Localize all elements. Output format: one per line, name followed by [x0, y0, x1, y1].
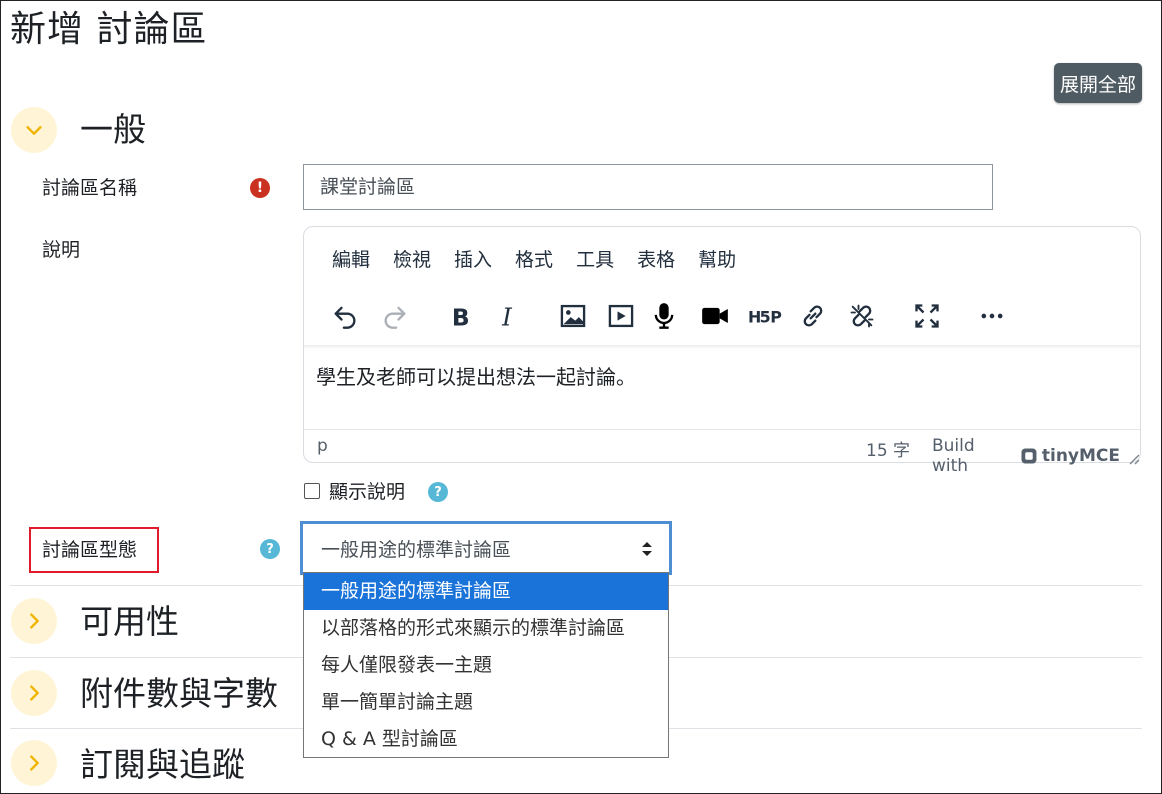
forum-type-help-icon[interactable]: ?: [260, 539, 280, 559]
svg-text:P: P: [770, 307, 782, 326]
dropdown-option-single-post[interactable]: 每人僅限發表一主題: [304, 647, 668, 684]
chevron-right-icon: [30, 685, 39, 701]
menu-help[interactable]: 幫助: [698, 247, 736, 273]
undo-icon: [334, 306, 356, 329]
video-camera-icon: [702, 307, 728, 325]
editor-statusbar: p 15 字 Build with tinyMCE: [304, 429, 1140, 476]
menu-tools[interactable]: 工具: [576, 247, 614, 273]
menu-table[interactable]: 表格: [637, 247, 675, 273]
menu-insert[interactable]: 插入: [454, 247, 492, 273]
undo-button[interactable]: [328, 297, 362, 335]
section-subscription-title[interactable]: 訂閱與追蹤: [80, 743, 245, 787]
menu-edit[interactable]: 編輯: [332, 247, 370, 273]
chevron-right-icon: [30, 613, 39, 629]
dropdown-option-qanda[interactable]: Q & A 型討論區: [304, 721, 668, 758]
toolbar-shadow: [304, 345, 1140, 349]
media-icon: [608, 304, 634, 328]
tinymce-brand[interactable]: Build with tinyMCE: [932, 436, 1140, 476]
dropdown-option-general[interactable]: 一般用途的標準討論區: [304, 573, 668, 610]
section-attachments-toggle[interactable]: [11, 670, 57, 716]
word-count[interactable]: 15 字: [866, 436, 910, 461]
section-subscription-toggle[interactable]: [11, 740, 57, 786]
menu-view[interactable]: 檢視: [393, 247, 431, 273]
sort-arrows-icon: [642, 542, 652, 556]
svg-text:I: I: [501, 302, 513, 330]
section-general-title[interactable]: 一般: [80, 108, 146, 152]
editor-content[interactable]: 學生及老師可以提出想法一起討論。: [316, 363, 636, 391]
link-icon: [803, 305, 823, 327]
h5p-button[interactable]: H5P: [746, 297, 786, 335]
build-with-text: Build with: [932, 436, 975, 476]
svg-text:B: B: [452, 303, 470, 330]
italic-icon: I: [501, 302, 513, 330]
forum-name-label: 討論區名稱: [42, 177, 138, 199]
description-editor: 編輯 檢視 插入 格式 工具 表格 幫助 B I H 5 P 學生及老師可以提出…: [303, 226, 1141, 476]
menu-format[interactable]: 格式: [515, 247, 553, 273]
chevron-right-icon: [30, 755, 39, 771]
forum-type-select[interactable]: 一般用途的標準討論區: [300, 521, 672, 575]
more-icon: [981, 313, 1003, 319]
dropdown-option-blog[interactable]: 以部落格的形式來顯示的標準討論區: [304, 610, 668, 647]
microphone-icon: [654, 303, 674, 329]
show-description-checkbox[interactable]: [304, 483, 320, 499]
link-button[interactable]: [796, 297, 830, 335]
bold-button[interactable]: B: [443, 297, 477, 335]
element-path[interactable]: p: [317, 436, 328, 456]
forum-type-dropdown: 一般用途的標準討論區 以部落格的形式來顯示的標準討論區 每人僅限發表一主題 單一…: [303, 572, 669, 758]
chevron-down-icon: [26, 126, 42, 135]
description-label: 說明: [42, 239, 81, 261]
h5p-icon: H5 P: [748, 307, 782, 326]
page-title: 新增 討論區: [10, 9, 208, 50]
section-attachments-title[interactable]: 附件數與字數: [80, 672, 278, 716]
media-button[interactable]: [604, 297, 638, 335]
image-icon: [560, 304, 586, 328]
unlink-icon: [850, 304, 874, 328]
dropdown-option-single-discussion[interactable]: 單一簡單討論主題: [304, 684, 668, 721]
show-description-help-icon[interactable]: ?: [428, 482, 448, 502]
svg-text:5: 5: [760, 307, 771, 326]
fullscreen-icon: [915, 304, 939, 328]
bold-icon: B: [452, 303, 470, 330]
resize-handle-icon[interactable]: [1128, 453, 1140, 465]
required-icon: !: [250, 178, 270, 198]
editor-menubar: 編輯 檢視 插入 格式 工具 表格 幫助: [332, 247, 759, 273]
section-general-toggle[interactable]: [11, 107, 57, 153]
forum-type-label: 討論區型態: [42, 539, 138, 561]
forum-name-input[interactable]: 課堂討論區: [303, 164, 993, 210]
section-availability-toggle[interactable]: [11, 598, 57, 644]
section-availability-title[interactable]: 可用性: [80, 600, 179, 644]
italic-button[interactable]: I: [491, 297, 525, 335]
expand-all-button[interactable]: 展開全部: [1054, 63, 1142, 103]
forum-type-selected-value: 一般用途的標準討論區: [321, 539, 512, 561]
redo-icon: [384, 306, 406, 329]
unlink-button[interactable]: [845, 297, 879, 335]
record-audio-button[interactable]: [647, 297, 681, 335]
image-button[interactable]: [556, 297, 590, 335]
fullscreen-button[interactable]: [910, 297, 944, 335]
redo-button[interactable]: [378, 297, 412, 335]
record-video-button[interactable]: [698, 297, 732, 335]
brand-name: tinyMCE: [1041, 446, 1121, 466]
show-description-label[interactable]: 顯示說明: [329, 479, 405, 505]
more-button[interactable]: [975, 297, 1009, 335]
tinymce-logo-icon: [1021, 448, 1037, 464]
